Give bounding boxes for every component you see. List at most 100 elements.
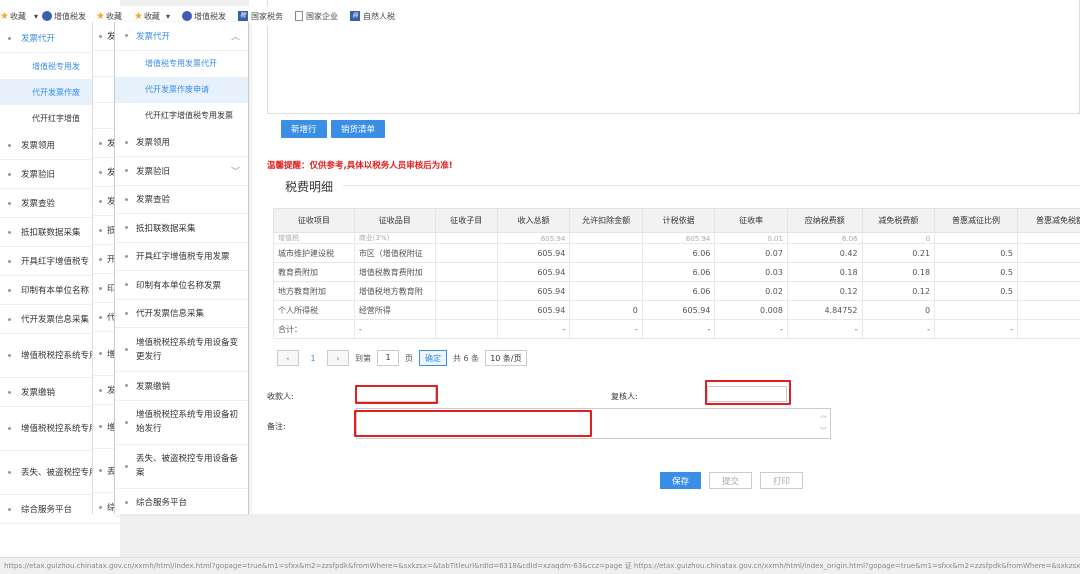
menu-item[interactable]: 发票验旧 ﹀ (115, 157, 248, 186)
table-cell (434, 232, 498, 244)
table-cell: 4.84752 (786, 300, 863, 320)
bookmark-item[interactable]: ★ 收藏 ▾ (134, 11, 176, 22)
page-number[interactable]: 1 (305, 354, 321, 363)
bullet-icon (99, 257, 102, 261)
table-cell (434, 243, 498, 263)
menu-sub-item[interactable]: 代开发票作废申请 (115, 76, 248, 103)
menu-item[interactable]: 丢 (93, 449, 116, 493)
menu-item[interactable]: 发 (93, 187, 116, 216)
table-cell: 0 (861, 300, 936, 320)
bookmark-item[interactable]: 国家企业 (294, 11, 344, 22)
menu-item[interactable] (93, 103, 116, 129)
column-header[interactable]: 普惠减征比例 (934, 208, 1018, 233)
column-header[interactable]: 计税依据 (641, 208, 716, 233)
bookmark-item[interactable]: 自自然人税 (349, 11, 401, 22)
table-cell: 市区（增值税附征 (353, 243, 436, 263)
column-header[interactable]: 应纳税费额 (786, 208, 863, 233)
menu-item[interactable]: 发 (93, 376, 116, 405)
save-button[interactable]: 保存 (660, 472, 702, 489)
print-button[interactable]: 打印 (760, 472, 804, 489)
menu-sub-item[interactable]: 代开红字增值税专用发票 (115, 103, 248, 129)
table-cell: 0.02 (714, 281, 788, 301)
bookmark-item[interactable]: 税国家税务 (237, 11, 289, 22)
column-header[interactable]: 征收项目 (273, 208, 355, 233)
star-icon: ★ (0, 10, 9, 22)
bullet-icon (125, 311, 128, 315)
bullet-icon (99, 34, 102, 38)
table-cell: 605.94 (496, 232, 571, 244)
table-cell: 6.06 (786, 232, 863, 244)
sales-list-button[interactable]: 销货清单 (331, 120, 386, 138)
menu-item[interactable]: 发 (93, 158, 116, 187)
table-cell (569, 262, 643, 282)
bookmark-item[interactable]: 增值税发 (41, 11, 90, 22)
menu-item[interactable]: 增 (93, 332, 116, 376)
column-header[interactable]: 征收率 (714, 208, 788, 233)
menu-item[interactable]: 增值税税控系统专用设备初始发行 (115, 401, 248, 445)
column-header[interactable]: 征收子目 (434, 208, 498, 233)
menu-item[interactable]: 丢失、被盗税控专用设备备案 (115, 445, 248, 489)
side-menu: 发票代开 ︿ 增值税专用发票代开 代开发票作废申请 代开红字增值税专用发票 发票领用… (114, 22, 249, 517)
bullet-icon (8, 230, 11, 234)
bookmark-item[interactable]: ★ 收藏 (96, 11, 128, 22)
menu-group-invoice-issue[interactable]: 发票代开 ︿ (115, 22, 248, 51)
goto-confirm-button[interactable]: 确定 (419, 350, 447, 366)
table-row: 地方教育附加增值税地方教育附605.946.060.020.120.120.50 (273, 281, 1080, 301)
submit-button[interactable]: 提交 (709, 472, 753, 489)
bullet-icon (125, 140, 128, 144)
menu-item[interactable]: 综 (93, 493, 116, 514)
page-size-select[interactable]: 10 条/页 (485, 350, 527, 366)
menu-item[interactable]: 代 (93, 303, 116, 332)
menu-item[interactable] (93, 51, 116, 77)
menu-item[interactable]: 印制有本单位名称发票 (115, 271, 248, 300)
bullet-icon (99, 388, 102, 392)
table-cell (434, 262, 498, 282)
bookmark-item[interactable]: 增值税发 (181, 11, 232, 22)
table-cell: 地方教育附加 (273, 281, 355, 301)
menu-item[interactable]: 抵扣联数据采集 (115, 214, 248, 243)
bullet-icon (8, 471, 11, 474)
next-page-button[interactable]: › (327, 350, 349, 366)
prev-page-button[interactable]: ‹ (277, 350, 299, 366)
menu-item[interactable]: 发 (93, 22, 116, 51)
menu-item[interactable]: 发票查验 (115, 186, 248, 214)
menu-item[interactable]: 抵 (93, 216, 116, 245)
menu-item[interactable]: 增 (93, 405, 116, 449)
table-cell: - (353, 319, 436, 339)
menu-item[interactable]: 代开发票信息采集 (115, 300, 248, 328)
menu-item[interactable]: 开具红字增值税专用发票 (115, 243, 248, 271)
menu-sub-item[interactable]: 增值税专用发票代开 (115, 51, 248, 77)
menu-item[interactable]: 增值税税控系统专用设备变更发行 (115, 328, 248, 372)
menu-item[interactable]: 综合服务平台 (115, 489, 248, 517)
table-cell: 0.5 (934, 243, 1018, 263)
scroll-arrows[interactable]: ︿ ﹀ (820, 411, 828, 435)
bullet-icon (125, 500, 128, 504)
table-cell (434, 281, 498, 301)
table-cell: 0.18 (786, 262, 863, 282)
column-header[interactable]: 收入总额 (496, 208, 571, 233)
globe-icon (41, 11, 52, 21)
menu-item[interactable] (93, 77, 116, 103)
menu-item[interactable]: 发票领用 (115, 129, 248, 157)
chevron-down-icon[interactable]: ▾ (34, 12, 38, 21)
column-header[interactable]: 征收品目 (353, 208, 436, 233)
table-cell: 商业(3%) (353, 232, 436, 244)
chevron-down-icon: ▾ (165, 11, 170, 21)
menu-item[interactable]: 开 (93, 245, 116, 274)
column-header[interactable]: 减免税费额 (861, 208, 936, 233)
table-cell: 0.21 (861, 243, 936, 263)
column-header[interactable]: 普惠减免税额 (1016, 208, 1080, 233)
menu-item[interactable]: 发 (93, 129, 116, 158)
menu-item[interactable]: 印 (93, 274, 116, 303)
table-cell: 0 (1016, 262, 1080, 282)
bookmark-item[interactable]: ★ 收藏 (0, 11, 30, 22)
menu-item[interactable]: 发票缴销 (115, 372, 248, 401)
table-cell (434, 319, 498, 339)
add-row-button[interactable]: 新增行 (281, 120, 327, 138)
table-cell (569, 232, 643, 244)
payee-label: 收款人: (267, 392, 294, 401)
table-cell: 经营所得 (353, 300, 436, 320)
remark-label: 备注: (267, 422, 286, 431)
goto-page-input[interactable]: 1 (377, 350, 399, 366)
column-header[interactable]: 允许扣除金额 (569, 208, 643, 233)
